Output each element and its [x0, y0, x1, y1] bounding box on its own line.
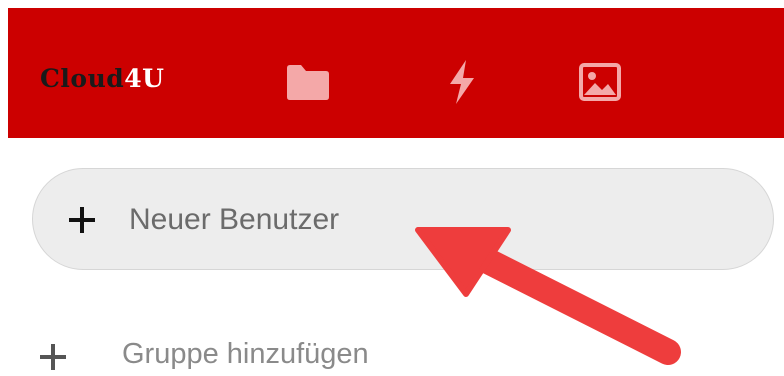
logo-accent: 4U — [124, 64, 165, 93]
new-user-button[interactable]: Neuer Benutzer — [32, 168, 774, 270]
lightning-icon — [450, 60, 474, 104]
new-user-label: Neuer Benutzer — [129, 203, 340, 236]
nav-files[interactable] — [284, 58, 332, 106]
add-group-button[interactable]: Gruppe hinzufügen — [36, 330, 456, 374]
app-logo[interactable]: Cloud4U — [40, 64, 164, 93]
plus-icon — [69, 207, 95, 233]
app-header: Cloud4U — [8, 8, 784, 138]
nav-activity[interactable] — [438, 58, 486, 106]
logo-text: Cloud — [40, 64, 125, 93]
folder-icon — [287, 65, 329, 100]
plus-icon — [40, 344, 66, 370]
nav-gallery[interactable] — [576, 58, 624, 106]
image-icon — [579, 63, 621, 101]
add-group-label: Gruppe hinzufügen — [122, 338, 369, 370]
